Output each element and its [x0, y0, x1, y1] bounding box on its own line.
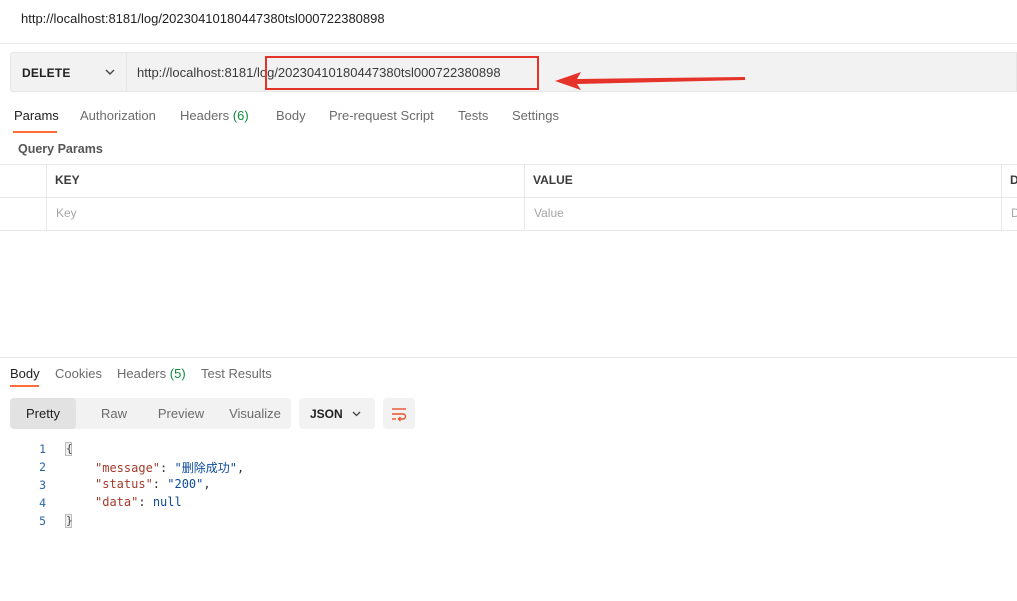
tab-settings[interactable]: Settings [512, 108, 559, 123]
param-key-input[interactable]: Key [56, 206, 77, 220]
query-params-title: Query Params [18, 142, 103, 156]
view-visualize-button[interactable]: Visualize [220, 398, 290, 429]
method-label: DELETE [22, 66, 71, 80]
open-brace-fold[interactable]: { [65, 442, 73, 456]
active-response-tab-indicator [10, 385, 39, 387]
wrap-lines-button[interactable] [383, 398, 415, 429]
json-comma: , [203, 477, 211, 491]
tab-label: Pre-request Script [329, 108, 434, 123]
tab-tests[interactable]: Tests [458, 108, 488, 123]
line-number: 4 [39, 496, 46, 510]
tab-authorization[interactable]: Authorization [80, 108, 156, 123]
wrap-lines-icon [392, 408, 407, 422]
table-border-top [0, 164, 1017, 165]
annotation-arrow-icon [555, 72, 745, 90]
window-title-bar: http://localhost:8181/log/20230410180447… [0, 0, 1017, 44]
column-header-description: D [1010, 173, 1017, 187]
method-select[interactable]: DELETE [10, 52, 126, 92]
code-line: "status": "200", [95, 477, 211, 491]
tab-pre-request-script[interactable]: Pre-request Script [329, 108, 434, 123]
tab-label: Authorization [80, 108, 156, 123]
line-number: 1 [39, 442, 46, 456]
line-number: 3 [39, 478, 46, 492]
window-title: http://localhost:8181/log/20230410180447… [21, 11, 385, 26]
chevron-down-icon [352, 411, 361, 417]
pane-divider[interactable] [0, 357, 1017, 358]
param-description-input[interactable]: D [1011, 206, 1017, 220]
line-number: 2 [39, 460, 46, 474]
chevron-down-icon [105, 69, 115, 75]
headers-count: (6) [232, 108, 249, 123]
table-col-divider [1001, 164, 1002, 231]
code-line: "message": "删除成功", [95, 459, 244, 476]
format-select[interactable]: JSON [299, 398, 375, 429]
column-header-value: VALUE [533, 173, 573, 187]
tab-label: Test Results [201, 366, 272, 381]
view-mode-switcher: Pretty Raw Preview Visualize [10, 398, 291, 429]
annotation-highlight-box [265, 56, 539, 90]
view-raw-button[interactable]: Raw [88, 398, 140, 429]
tab-label: Tests [458, 108, 489, 123]
json-colon: : [152, 477, 168, 491]
close-brace-fold: } [65, 514, 73, 528]
tab-headers[interactable]: Headers (6) [180, 108, 249, 123]
view-preview-button[interactable]: Preview [144, 398, 218, 429]
format-label: JSON [310, 407, 343, 421]
json-colon: : [138, 495, 153, 509]
tab-label: Params [14, 108, 59, 123]
json-value: "删除成功" [174, 461, 237, 475]
table-border-mid [0, 197, 1017, 198]
tab-label: Cookies [55, 366, 102, 381]
json-value: null [152, 495, 182, 509]
view-pretty-button[interactable]: Pretty [10, 398, 76, 429]
code-line: "data": null [95, 495, 182, 509]
tab-label: Body [276, 108, 306, 123]
column-header-key: KEY [55, 173, 80, 187]
param-value-input[interactable]: Value [534, 206, 564, 220]
tab-body[interactable]: Body [276, 108, 306, 123]
json-colon: : [160, 461, 175, 475]
active-tab-indicator [13, 131, 57, 133]
json-key: "status" [95, 477, 153, 491]
response-tab-test-results[interactable]: Test Results [201, 366, 272, 381]
headers-count: (5) [169, 366, 186, 381]
json-value: "200" [167, 477, 204, 491]
tab-label: Headers [117, 366, 167, 381]
tab-params[interactable]: Params [14, 108, 59, 123]
table-col-divider [524, 164, 525, 231]
table-col-divider [46, 164, 47, 231]
response-tab-body[interactable]: Body [10, 366, 40, 381]
table-border-bottom [0, 230, 1017, 231]
json-comma: , [236, 461, 245, 475]
json-key: "data" [95, 495, 139, 509]
tab-label: Body [10, 366, 40, 381]
tab-label: Headers [180, 108, 230, 123]
tab-label: Settings [512, 108, 559, 123]
response-tab-cookies[interactable]: Cookies [55, 366, 102, 381]
line-number: 5 [39, 514, 46, 528]
response-tab-headers[interactable]: Headers (5) [117, 366, 186, 381]
json-key: "message" [95, 461, 161, 475]
